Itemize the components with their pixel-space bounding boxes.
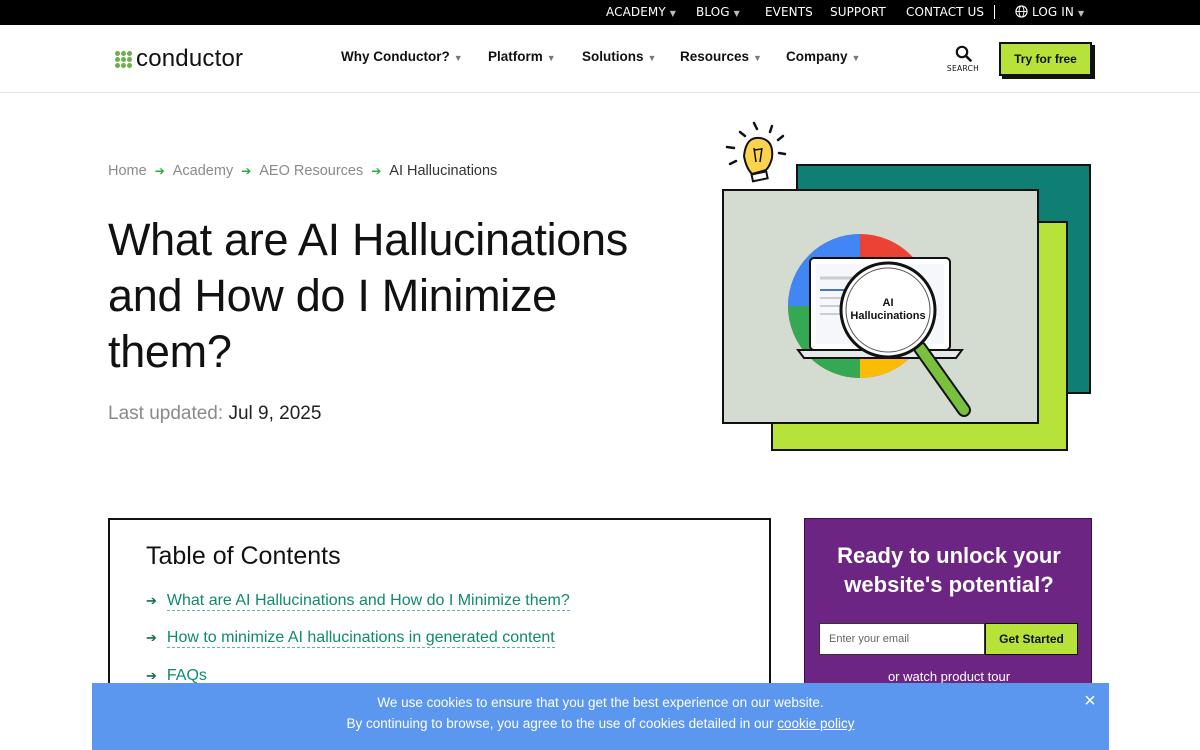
nav-why-label: Why Conductor? bbox=[341, 49, 450, 64]
page-title: What are AI Hallucinations and How do I … bbox=[108, 214, 628, 377]
breadcrumb-home[interactable]: Home bbox=[108, 163, 147, 179]
search-label: SEARCH bbox=[946, 64, 980, 73]
cookie-consent-text: By continuing to browse, you agree to th… bbox=[92, 716, 1109, 731]
search-button[interactable]: SEARCH bbox=[946, 45, 980, 73]
last-updated-date: Jul 9, 2025 bbox=[228, 403, 322, 424]
product-tour-link[interactable]: or watch product tour bbox=[805, 669, 1093, 684]
chevron-down-icon: ▼ bbox=[546, 53, 556, 63]
last-updated-label: Last updated: bbox=[108, 403, 224, 424]
nav-why-conductor[interactable]: Why Conductor? ▼ bbox=[341, 49, 463, 64]
topbar-divider bbox=[994, 5, 995, 19]
logo-mark-icon bbox=[115, 50, 132, 68]
breadcrumb-academy[interactable]: Academy bbox=[173, 163, 233, 179]
topbar-login-link[interactable]: LOG IN ▼ bbox=[1015, 5, 1084, 19]
topbar-login-label: LOG IN bbox=[1032, 5, 1074, 19]
nav-platform[interactable]: Platform ▼ bbox=[488, 49, 556, 64]
nav-solutions-label: Solutions bbox=[582, 49, 644, 64]
topbar-blog-link[interactable]: BLOG ▼ bbox=[696, 5, 740, 19]
toc-item-label: What are AI Hallucinations and How do I … bbox=[166, 592, 570, 611]
logo-wordmark: conductor bbox=[136, 45, 244, 72]
toc-item[interactable]: ➔ How to minimize AI hallucinations in ge… bbox=[146, 629, 555, 648]
chevron-down-icon: ▼ bbox=[1077, 9, 1085, 18]
lightbulb-icon bbox=[725, 121, 787, 183]
illustration-label-ai: AI bbox=[883, 297, 894, 309]
cookie-policy-link[interactable]: cookie policy bbox=[777, 716, 854, 731]
chevron-down-icon: ▼ bbox=[647, 53, 657, 63]
close-icon[interactable]: × bbox=[1080, 691, 1100, 711]
topbar-contact-link[interactable]: CONTACT US bbox=[906, 5, 984, 19]
breadcrumb: Home ➔ Academy ➔ AEO Resources ➔ AI Hallucinat… bbox=[108, 163, 497, 179]
chevron-down-icon: ▼ bbox=[453, 53, 463, 63]
utility-bar: ACADEMY ▼ BLOG ▼ EVENTS SUPPORT CONTACT US… bbox=[0, 0, 1200, 25]
nav-company-label: Company bbox=[786, 49, 848, 64]
cookie-message: We use cookies to ensure that you get th… bbox=[377, 695, 824, 710]
toc-item[interactable]: ➔ What are AI Hallucinations and How do I… bbox=[146, 592, 570, 611]
promo-title: Ready to unlock your website's potential… bbox=[837, 543, 1061, 597]
topbar-academy-link[interactable]: ACADEMY ▼ bbox=[606, 5, 676, 19]
chevron-down-icon: ▼ bbox=[733, 9, 740, 18]
main-header: conductor Why Conductor? ▼ Platform ▼ Solu… bbox=[0, 25, 1200, 93]
search-icon bbox=[955, 45, 972, 62]
cookie-consent-prefix: By continuing to browse, you agree to th… bbox=[346, 716, 778, 731]
arrow-right-icon: ➔ bbox=[154, 164, 165, 178]
try-for-free-button[interactable]: Try for free bbox=[999, 42, 1092, 76]
cookie-banner: We use cookies to ensure that you get th… bbox=[92, 683, 1109, 750]
nav-resources-label: Resources bbox=[680, 49, 750, 64]
topbar-blog-label: BLOG bbox=[696, 5, 730, 19]
illustration-label-hallucinations: Hallucinations bbox=[850, 310, 925, 322]
globe-icon bbox=[1015, 5, 1028, 18]
breadcrumb-current: AI Hallucinations bbox=[389, 163, 498, 179]
toc-item-label: How to minimize AI hallucinations in gen… bbox=[166, 629, 555, 648]
conductor-logo[interactable]: conductor bbox=[115, 45, 243, 73]
last-updated: Last updated: Jul 9, 2025 bbox=[108, 403, 321, 425]
arrow-right-icon: ➔ bbox=[146, 630, 157, 645]
hero-illustration: AI Hallucinations bbox=[722, 121, 1091, 451]
topbar-events-link[interactable]: EVENTS bbox=[765, 5, 813, 19]
chevron-down-icon: ▼ bbox=[669, 9, 677, 18]
toc-title: Table of Contents bbox=[146, 542, 341, 570]
nav-platform-label: Platform bbox=[488, 49, 543, 64]
arrow-right-icon: ➔ bbox=[146, 668, 157, 683]
get-started-button[interactable]: Get Started bbox=[985, 623, 1078, 655]
topbar-support-link[interactable]: SUPPORT bbox=[830, 5, 886, 19]
topbar-academy-label: ACADEMY bbox=[606, 5, 666, 19]
arrow-right-icon: ➔ bbox=[371, 164, 382, 178]
breadcrumb-aeo-resources[interactable]: AEO Resources bbox=[259, 163, 363, 179]
email-field[interactable]: Enter your email bbox=[819, 623, 985, 655]
chevron-down-icon: ▼ bbox=[851, 53, 861, 63]
nav-solutions[interactable]: Solutions ▼ bbox=[582, 49, 656, 64]
chevron-down-icon: ▼ bbox=[753, 53, 762, 63]
nav-resources[interactable]: Resources ▼ bbox=[680, 49, 762, 64]
nav-company[interactable]: Company ▼ bbox=[786, 49, 860, 64]
arrow-right-icon: ➔ bbox=[146, 593, 157, 608]
arrow-right-icon: ➔ bbox=[241, 164, 252, 178]
